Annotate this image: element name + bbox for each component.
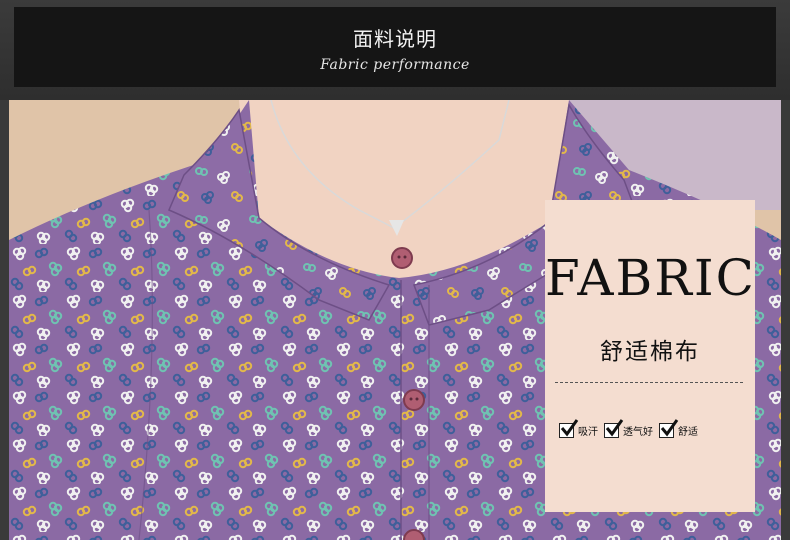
card-title: FABRIC (545, 249, 756, 307)
feature-item: 透气好 (604, 418, 653, 438)
dashed-divider (555, 382, 743, 383)
page-subtitle: Fabric performance (320, 57, 470, 73)
fabric-info-card: FABRIC 舒适棉布 吸汗 透气好 舒适 (545, 200, 755, 512)
checkmark-icon (604, 418, 624, 438)
checkmark-icon (559, 418, 579, 438)
card-subtitle: 舒适棉布 (600, 339, 700, 365)
checkmark-icon (659, 418, 679, 438)
header-bar: 面料说明 Fabric performance (0, 0, 790, 100)
feature-item: 舒适 (659, 418, 698, 438)
header-title-box: 面料说明 Fabric performance (14, 7, 776, 87)
feature-label: 舒适 (678, 426, 698, 438)
feature-list: 吸汗 透气好 舒适 (559, 418, 749, 442)
feature-item: 吸汗 (559, 418, 598, 438)
page-title: 面料说明 (353, 27, 437, 51)
feature-label: 透气好 (623, 426, 653, 438)
feature-label: 吸汗 (578, 426, 598, 438)
